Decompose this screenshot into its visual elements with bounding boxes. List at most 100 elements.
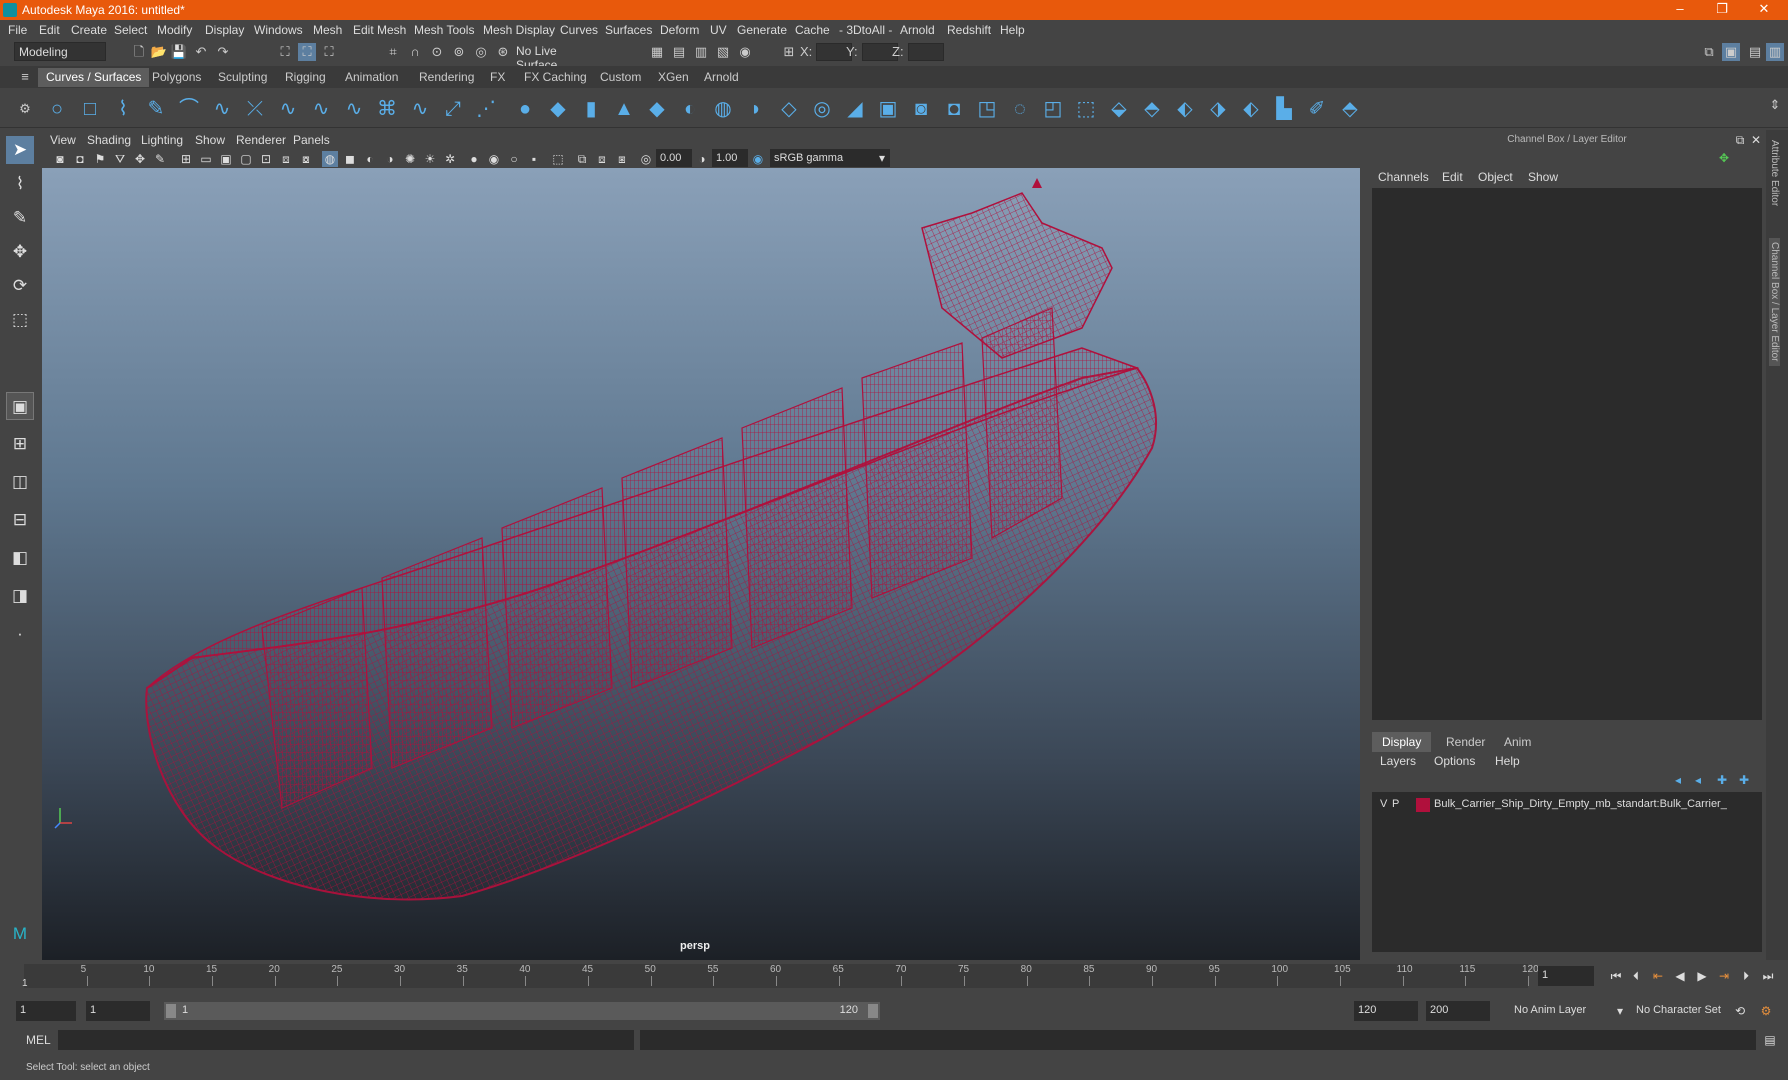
xray-components-icon[interactable]: ⧈ [594, 151, 610, 167]
camera-icon[interactable]: ◙ [52, 151, 68, 167]
outliner-persp-icon[interactable]: ◨ [6, 582, 34, 610]
image-plane-icon[interactable]: ⛛ [112, 151, 128, 167]
nurbs-square-icon[interactable]: □ [77, 96, 103, 122]
single-perspective-icon[interactable]: ▣ [6, 392, 34, 420]
redo-icon[interactable]: ↷ [214, 43, 232, 61]
step-forward-key-icon[interactable]: ⇥ [1716, 968, 1732, 984]
layer-tab-display[interactable]: Display [1372, 732, 1432, 752]
menu-cache[interactable]: Cache [795, 23, 830, 37]
menu-curves[interactable]: Curves [560, 23, 598, 37]
menu-set-dropdown[interactable]: Modeling [14, 42, 106, 61]
menu-3dtoall[interactable]: - 3DtoAll - [839, 23, 892, 37]
render-settings-icon[interactable]: ▧ [714, 43, 732, 61]
shelf-menu-icon[interactable]: ≡ [16, 68, 34, 86]
persp-outliner-icon[interactable]: ◫ [6, 468, 34, 496]
menu-surfaces[interactable]: Surfaces [605, 23, 652, 37]
gate-mask-icon[interactable]: ▢ [238, 151, 254, 167]
menu-deform[interactable]: Deform [660, 23, 699, 37]
isolate-select-icon[interactable]: ▪ [526, 151, 542, 167]
shelf-tab-animation[interactable]: Animation [337, 68, 406, 87]
trim-icon[interactable]: ◳ [974, 96, 1000, 122]
menu-arnold[interactable]: Arnold [900, 23, 935, 37]
playback-start-field[interactable]: 1 [86, 1001, 150, 1021]
workspace-icon[interactable]: ⧉ [1700, 43, 1718, 61]
birail-icon[interactable]: ◢ [842, 96, 868, 122]
add-points-icon[interactable]: ⤢ [440, 96, 466, 122]
render-frame-icon[interactable]: ▤ [670, 43, 688, 61]
insert-isoparm-icon[interactable]: ⬖ [1172, 96, 1198, 122]
auto-key-icon[interactable]: ⟲ [1732, 1003, 1748, 1019]
layer-visibility-toggle[interactable]: V [1380, 798, 1387, 810]
select-object-icon[interactable]: ⛶ [298, 43, 316, 61]
nurbs-torus-icon[interactable]: ◐ [677, 96, 703, 122]
shadows-icon[interactable]: ☀ [422, 151, 438, 167]
insert-knot-icon[interactable]: ∿ [308, 96, 334, 122]
menu-windows[interactable]: Windows [254, 23, 303, 37]
paint-effects-icon[interactable]: ✐ [1304, 96, 1330, 122]
open-scene-icon[interactable]: 📂 [150, 43, 168, 61]
shelf-tab-fx-caching[interactable]: FX Caching [516, 68, 595, 87]
curve-edit-icon[interactable]: ⋰ [473, 96, 499, 122]
menu-create[interactable]: Create [71, 23, 107, 37]
menu-edit-mesh[interactable]: Edit Mesh [353, 23, 406, 37]
menu-select[interactable]: Select [114, 23, 147, 37]
extend-surface-icon[interactable]: ⬗ [1205, 96, 1231, 122]
current-frame-field[interactable]: 1 [1538, 966, 1594, 986]
layer-name[interactable]: Bulk_Carrier_Ship_Dirty_Empty_mb_standar… [1434, 798, 1727, 810]
float-panel-icon[interactable]: ⧉ [1732, 132, 1748, 148]
shelf-tab-arnold[interactable]: Arnold [696, 68, 747, 87]
start-time-field[interactable]: 1 [16, 1001, 76, 1021]
shelf-tab-rigging[interactable]: Rigging [277, 68, 334, 87]
move-layer-up-icon[interactable]: ◂ [1670, 772, 1686, 788]
field-chart-icon[interactable]: ⊡ [258, 151, 274, 167]
save-scene-icon[interactable]: 💾 [170, 43, 188, 61]
exposure-icon[interactable]: ◎ [638, 151, 654, 167]
channel-list[interactable] [1372, 188, 1762, 720]
menu-help[interactable]: Help [1000, 23, 1025, 37]
menu-mesh-display[interactable]: Mesh Display [483, 23, 555, 37]
preferences-icon[interactable]: ⚙ [1758, 1003, 1774, 1019]
play-backward-icon[interactable]: ◀ [1672, 968, 1688, 984]
attach-surface-icon[interactable]: ◰ [1040, 96, 1066, 122]
transform-constraint-icon[interactable]: ⊞ [780, 43, 798, 61]
maximize-icon[interactable]: ❐ [1702, 0, 1742, 20]
bevel-icon[interactable]: ▣ [875, 96, 901, 122]
go-to-end-icon[interactable]: ⏭ [1760, 968, 1776, 984]
textured-icon[interactable]: ◑ [382, 151, 398, 167]
snap-grid-icon[interactable]: ⌗ [384, 43, 402, 61]
character-set-dropdown[interactable]: No Character Set [1632, 1001, 1732, 1021]
paint-select-icon[interactable]: ✎ [6, 204, 34, 232]
wireframe-icon[interactable]: ◍ [322, 151, 338, 167]
cv-curve-icon[interactable]: ⌇ [110, 96, 136, 122]
undo-icon[interactable]: ↶ [192, 43, 210, 61]
menu-mesh-tools[interactable]: Mesh Tools [414, 23, 474, 37]
rebuild-curve-icon[interactable]: ∿ [407, 96, 433, 122]
untrim-icon[interactable]: ◌ [1007, 96, 1033, 122]
new-layer-icon[interactable]: ✚ [1714, 772, 1730, 788]
nurbs-cylinder-icon[interactable]: ▮ [578, 96, 604, 122]
nurbs-cone-icon[interactable]: ▲ [611, 96, 637, 122]
mel-input[interactable] [58, 1030, 634, 1050]
film-gate-icon[interactable]: ▭ [198, 151, 214, 167]
arc-curve-icon[interactable]: ∿ [209, 96, 235, 122]
layer-row[interactable]: V P Bulk_Carrier_Ship_Dirty_Empty_mb_sta… [1376, 796, 1756, 814]
shelf-tab-fx[interactable]: FX [482, 68, 513, 87]
channel-box-toggle-icon[interactable]: ▤ [1746, 43, 1764, 61]
layer-color-swatch[interactable] [1416, 798, 1430, 812]
time-slider-track[interactable]: 1 5 10 15 20 25 30 35 40 45 50 55 60 65 70 75 80 85 90 95 1… [22, 964, 1539, 989]
cb-menu-show[interactable]: Show [1528, 170, 1558, 184]
bezier-curve-icon[interactable]: ⌒ [176, 96, 202, 122]
shelf-tab-curves-surfaces[interactable]: Curves / Surfaces [38, 68, 150, 87]
attach-curve-icon[interactable]: ⤫ [242, 96, 268, 122]
play-forward-icon[interactable]: ▶ [1694, 968, 1710, 984]
menu-modify[interactable]: Modify [157, 23, 192, 37]
align-surface-icon[interactable]: ⬙ [1106, 96, 1132, 122]
layer-menu-options[interactable]: Options [1434, 754, 1475, 768]
gamma-field[interactable]: 1.00 [712, 149, 748, 167]
bookmark-icon[interactable]: ⚑ [92, 151, 108, 167]
new-layer-selected-icon[interactable]: ✚ [1736, 772, 1752, 788]
project-curve-icon[interactable]: ◙ [908, 96, 934, 122]
four-view-icon[interactable]: ⊞ [6, 430, 34, 458]
range-handle-start[interactable] [166, 1004, 176, 1018]
layout-icon[interactable]: ▣ [1722, 43, 1740, 61]
